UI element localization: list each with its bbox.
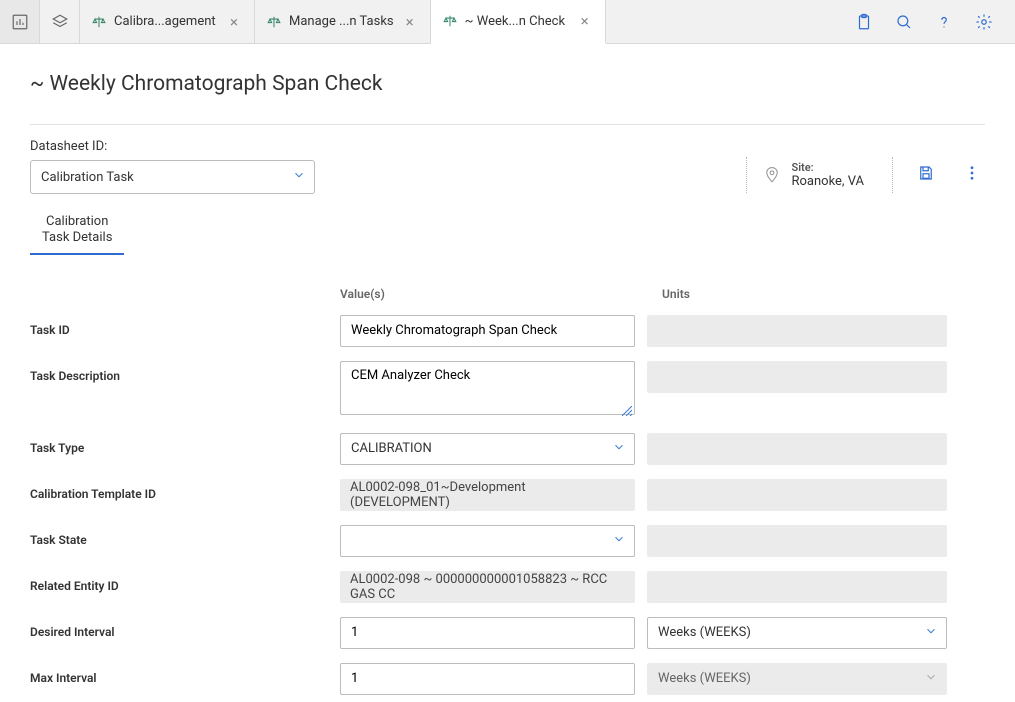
label-desired-interval: Desired Interval [30, 617, 340, 639]
select-max-interval-units: Weeks (WEEKS) [647, 663, 947, 695]
row-max-interval: Max Interval Weeks (WEEKS) [30, 663, 985, 695]
balance-icon [443, 14, 457, 28]
nav-hierarchy-button[interactable] [40, 0, 80, 43]
site-label: Site: [791, 161, 864, 174]
site-block: Site: Roanoke, VA [746, 157, 893, 193]
readonly-calibration-template: AL0002-098_01~Development (DEVELOPMENT) [340, 479, 635, 511]
chevron-down-icon [924, 670, 938, 688]
row-task-description: Task Description [30, 361, 985, 419]
select-task-state[interactable] [340, 525, 635, 557]
balance-icon [92, 15, 106, 29]
form-area: Value(s) Units Task ID Task Description … [30, 287, 985, 695]
location-pin-icon [763, 166, 781, 184]
search-icon[interactable] [895, 13, 913, 31]
input-max-interval[interactable] [340, 663, 635, 695]
label-task-description: Task Description [30, 361, 340, 383]
site-value: Roanoke, VA [791, 174, 864, 189]
tab-label: Manage ...n Tasks [289, 14, 394, 29]
layers-icon [51, 13, 69, 31]
help-icon[interactable] [935, 13, 953, 31]
gear-icon[interactable] [975, 13, 993, 31]
readonly-related-entity: AL0002-098 ~ 000000000001058823 ~ RCC GA… [340, 571, 635, 603]
label-task-id: Task ID [30, 315, 340, 337]
label-max-interval: Max Interval [30, 663, 340, 685]
column-header-values: Value(s) [340, 287, 650, 301]
row-task-id: Task ID [30, 315, 985, 347]
topbar-actions [855, 0, 1015, 43]
chevron-down-icon [612, 532, 626, 550]
more-menu-button[interactable] [959, 160, 985, 190]
tab-manage-tasks[interactable]: Manage ...n Tasks × [255, 0, 431, 43]
tab-calibration-management[interactable]: Calibra...agement × [80, 0, 255, 43]
site-text: Site: Roanoke, VA [791, 161, 864, 189]
units-task-type [647, 433, 947, 465]
datasheet-select[interactable]: Calibration Task [30, 160, 315, 194]
datasheet-value: Calibration Task [41, 170, 134, 185]
units-related-entity [647, 571, 947, 603]
datasheet-label: Datasheet ID: [30, 139, 315, 154]
row-desired-interval: Desired Interval Weeks (WEEKS) [30, 617, 985, 649]
header-row: Datasheet ID: Calibration Task Site: Roa… [30, 139, 985, 194]
save-icon [917, 164, 935, 182]
tab-week-check[interactable]: ~ Week...n Check × [431, 0, 606, 44]
select-task-type-value: CALIBRATION [351, 441, 432, 456]
header-right: Site: Roanoke, VA [746, 139, 985, 193]
divider [30, 124, 985, 125]
subtab-row: Calibration Task Details [30, 208, 985, 255]
tab-strip: Calibra...agement × Manage ...n Tasks × … [80, 0, 855, 43]
chevron-down-icon [612, 440, 626, 458]
row-task-type: Task Type CALIBRATION [30, 433, 985, 465]
select-desired-interval-units[interactable]: Weeks (WEEKS) [647, 617, 947, 649]
nav-dashboard-button[interactable] [0, 0, 40, 43]
clipboard-icon[interactable] [855, 13, 873, 31]
chevron-down-icon [924, 624, 938, 642]
tab-close-button[interactable]: × [226, 11, 242, 33]
kebab-icon [963, 164, 981, 182]
datasheet-block: Datasheet ID: Calibration Task [30, 139, 315, 194]
units-calibration-template [647, 479, 947, 511]
column-headers: Value(s) Units [30, 287, 985, 301]
column-header-units: Units [662, 287, 690, 301]
label-calibration-template: Calibration Template ID [30, 479, 340, 501]
select-desired-interval-units-value: Weeks (WEEKS) [658, 625, 751, 640]
row-task-state: Task State [30, 525, 985, 557]
chevron-down-icon [292, 168, 306, 186]
tab-close-button[interactable]: × [577, 10, 593, 32]
label-task-state: Task State [30, 525, 340, 547]
units-task-id [647, 315, 947, 347]
units-task-state [647, 525, 947, 557]
page-title: ~ Weekly Chromatograph Span Check [30, 72, 985, 96]
label-related-entity: Related Entity ID [30, 571, 340, 593]
row-related-entity: Related Entity ID AL0002-098 ~ 000000000… [30, 571, 985, 603]
textarea-task-description[interactable] [340, 361, 635, 415]
input-task-id[interactable] [340, 315, 635, 347]
tab-close-button[interactable]: × [402, 11, 418, 33]
select-max-interval-units-value: Weeks (WEEKS) [658, 671, 751, 686]
tab-label: Calibra...agement [114, 14, 218, 29]
units-task-description [647, 361, 947, 393]
subtab-calibration-task-details[interactable]: Calibration Task Details [30, 208, 124, 255]
balance-icon [267, 15, 281, 29]
row-calibration-template: Calibration Template ID AL0002-098_01~De… [30, 479, 985, 511]
select-task-type[interactable]: CALIBRATION [340, 433, 635, 465]
top-tab-bar: Calibra...agement × Manage ...n Tasks × … [0, 0, 1015, 44]
save-button[interactable] [913, 160, 939, 190]
label-task-type: Task Type [30, 433, 340, 455]
tab-label: ~ Week...n Check [465, 14, 569, 29]
page-content: ~ Weekly Chromatograph Span Check Datash… [0, 44, 1015, 695]
input-desired-interval[interactable] [340, 617, 635, 649]
bar-chart-icon [11, 13, 29, 31]
